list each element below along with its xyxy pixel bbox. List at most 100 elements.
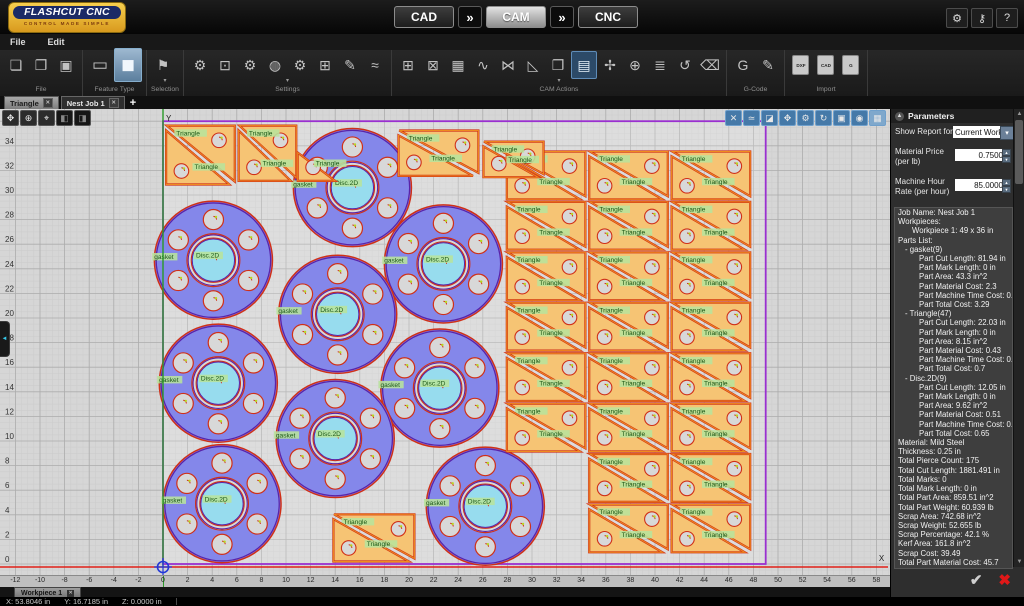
view-extents-icon[interactable]: ◨ [74, 110, 91, 126]
disc-part[interactable] [420, 241, 467, 287]
delete-icon[interactable]: ⌫ [698, 52, 722, 78]
import-cad-icon[interactable]: CAD [814, 52, 838, 78]
import-dxf-icon[interactable]: DXF [789, 52, 813, 78]
disc-part[interactable] [195, 360, 242, 406]
menu-edit[interactable]: Edit [48, 37, 65, 47]
doc-tab-triangle[interactable]: Triangle ✕ [4, 96, 59, 109]
toolbar-group-g-code: G ✎ G-Code [727, 50, 785, 96]
x-ruler-number: 52 [798, 577, 807, 584]
disc-part[interactable] [199, 480, 245, 527]
report-icon[interactable]: ▤ [570, 51, 597, 79]
sheets-icon[interactable]: ≣ [648, 52, 672, 78]
add-tab-button[interactable]: + [130, 97, 136, 109]
show-shading-icon[interactable]: ◪ [761, 110, 778, 126]
bridge-icon[interactable]: ⋈ [496, 52, 520, 78]
show-grid-icon[interactable]: ▦ [869, 110, 886, 126]
cam-canvas[interactable]: 0246810121416182022242628303234gasketDis… [0, 109, 890, 575]
menu-file[interactable]: File [10, 37, 26, 47]
gasket-part[interactable]: gasket Disc.2D [291, 127, 413, 248]
toolpath-icon[interactable]: ∿ [471, 52, 495, 78]
machine-rate-stepper[interactable]: ▲ ▼ [1002, 179, 1011, 193]
scroll-down-icon[interactable]: ▼ [1014, 557, 1024, 567]
nest-parts-icon[interactable]: ⊞ [396, 52, 420, 78]
x-ruler-number: 48 [749, 577, 758, 584]
disc-part[interactable] [312, 415, 358, 462]
monitor-settings-icon[interactable]: ⊞ [313, 52, 337, 78]
doc-tab-nest-job-1[interactable]: Nest Job 1 ✕ [60, 96, 125, 109]
sheet-settings-icon[interactable]: ⚙ [188, 52, 212, 78]
disc-part[interactable] [462, 483, 509, 529]
svg-text:Triangle: Triangle [599, 358, 623, 365]
show-report-dropdown[interactable]: Current Work [953, 126, 1002, 138]
show-tooling-icon[interactable]: ⚙ [797, 110, 814, 126]
disc-part[interactable] [417, 365, 463, 411]
show-rotate-icon[interactable]: ↻ [815, 110, 832, 126]
feature-outline-icon[interactable]: ▭ [87, 49, 113, 81]
duplicate-part-icon[interactable]: ❐ [546, 52, 570, 78]
feature-filled-icon[interactable]: ◼ [114, 48, 142, 82]
part-label: Triangle [702, 228, 735, 236]
new-file-icon[interactable]: ❏ [4, 52, 28, 78]
gasket-part[interactable]: gasket Disc.2D [157, 323, 279, 443]
chevron-down-icon[interactable]: ▾ [1000, 126, 1014, 140]
collapse-icon[interactable]: ▲ [895, 111, 904, 121]
panel-scrollbar[interactable]: ▲ ▼ [1013, 109, 1024, 567]
svg-text:Triangle: Triangle [622, 179, 646, 186]
zoom-in-icon[interactable]: ⊕ [20, 110, 37, 126]
scroll-up-icon[interactable]: ▲ [1014, 109, 1024, 119]
save-file-icon[interactable]: ▣ [54, 52, 78, 78]
mode-cam-button[interactable]: CAM [486, 6, 546, 28]
machine-rate-input[interactable]: 85.0000 [955, 179, 1005, 191]
nest-settings-icon[interactable]: ⊠ [421, 52, 445, 78]
close-icon[interactable]: ✕ [67, 589, 75, 597]
show-kerf-icon[interactable]: ≃ [743, 110, 760, 126]
rotary-360-settings-icon[interactable]: ◍ [263, 52, 287, 78]
scroll-thumb[interactable] [1015, 120, 1023, 184]
help-icon[interactable]: ? [996, 8, 1018, 28]
link-parts-icon[interactable]: ⊕ [623, 52, 647, 78]
accept-button[interactable]: ✔ [970, 571, 983, 589]
gasket-part[interactable]: gasket Disc.2D [160, 443, 282, 564]
material-price-input[interactable]: 0.7500 [955, 149, 1005, 161]
import-gcode-icon[interactable]: G [839, 52, 863, 78]
workpiece-tab-row: Workpiece 1 ✕ [0, 587, 890, 599]
lead-in-icon[interactable]: ◺ [521, 52, 545, 78]
license-key-icon[interactable]: ⚷ [971, 8, 993, 28]
select-tool-icon[interactable]: ⚑ [151, 52, 175, 78]
mode-cnc-button[interactable]: CNC [578, 6, 638, 28]
reset-icon[interactable]: ↺ [673, 52, 697, 78]
show-rapids-icon[interactable]: ✕ [725, 110, 742, 126]
disc-part[interactable] [329, 164, 376, 211]
view-fit-icon[interactable]: ◧ [56, 110, 73, 126]
disc-part[interactable] [314, 291, 361, 338]
cancel-button[interactable]: ✖ [998, 571, 1011, 589]
water-table-settings-icon[interactable]: ≈ [363, 52, 387, 78]
generate-gcode-icon[interactable]: G [731, 52, 755, 78]
show-frame-icon[interactable]: ▣ [833, 110, 850, 126]
machine-settings-icon[interactable]: ⊡ [213, 52, 237, 78]
open-file-icon[interactable]: ❐ [29, 52, 53, 78]
material-price-stepper[interactable]: ▲ ▼ [1002, 149, 1011, 163]
pan-icon[interactable]: ✥ [2, 110, 19, 126]
close-icon[interactable]: ✕ [42, 98, 53, 108]
panel-flyout-handle[interactable]: ◄ [0, 321, 10, 357]
machine-settings-icon[interactable]: ⚙ [946, 8, 968, 28]
parameters-header[interactable]: ▲ Parameters [891, 109, 1018, 123]
part-label: Triangle [702, 177, 735, 186]
fabhead-settings-icon[interactable]: ⚙ [238, 52, 262, 78]
material-settings-icon[interactable]: ✎ [338, 52, 362, 78]
show-directions-icon[interactable]: ✥ [779, 110, 796, 126]
part-label: Triangle [515, 407, 548, 415]
gasket-part[interactable]: gasket Disc.2D [382, 204, 504, 324]
gear-settings-icon[interactable]: ⚙ [288, 52, 312, 78]
svg-text:Triangle: Triangle [195, 164, 219, 171]
close-icon[interactable]: ✕ [108, 98, 119, 108]
transform-icon[interactable]: ✢ [598, 52, 622, 78]
show-points-icon[interactable]: ◉ [851, 110, 868, 126]
mode-cad-button[interactable]: CAD [394, 6, 454, 28]
workpiece-icon[interactable]: ▦ [446, 52, 470, 78]
edit-gcode-icon[interactable]: ✎ [756, 52, 780, 78]
zoom-window-icon[interactable]: ⌖ [38, 110, 55, 126]
gasket-part[interactable]: gasket Disc.2D [152, 200, 274, 320]
disc-part[interactable] [190, 237, 237, 283]
